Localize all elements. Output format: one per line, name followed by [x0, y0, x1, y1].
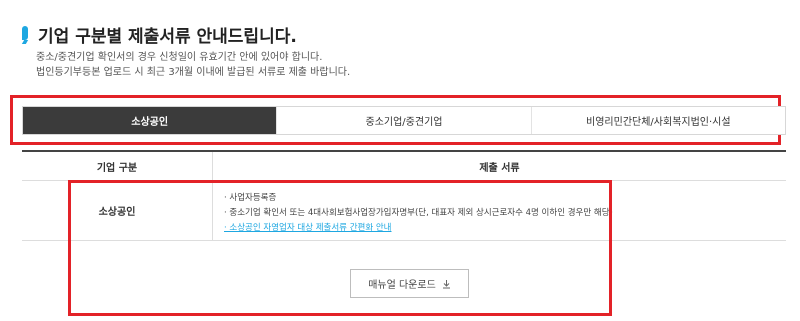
notice-line-1: 중소/중견기업 확인서의 경우 신청일이 유효기간 안에 있어야 합니다.: [36, 52, 323, 63]
column-header-documents: 제출 서류: [479, 162, 520, 174]
tab-nonprofit-welfare[interactable]: 비영리민간단체/사회복지법인·시설: [531, 107, 785, 134]
page-title: 기업 구분별 제출서류 안내드립니다.: [38, 27, 297, 47]
tab-small-business[interactable]: 소상공인: [23, 107, 278, 134]
column-header-company-type: 기업 구분: [22, 152, 213, 180]
tab-sme-midsize[interactable]: 중소기업/중견기업: [277, 107, 532, 134]
documents-table: 기업 구분 제출 서류: [22, 150, 786, 181]
company-type-tabs: 소상공인 중소기업/중견기업 비영리민간단체/사회복지법인·시설: [22, 106, 786, 135]
title-marker-icon: [22, 26, 28, 40]
table-header: 기업 구분 제출 서류: [22, 150, 786, 181]
notice-line-2: 법인등기부등본 업로드 시 최근 3개월 이내에 발급된 서류로 제출 바랍니다…: [36, 67, 351, 78]
content-highlight-box: [68, 180, 612, 316]
